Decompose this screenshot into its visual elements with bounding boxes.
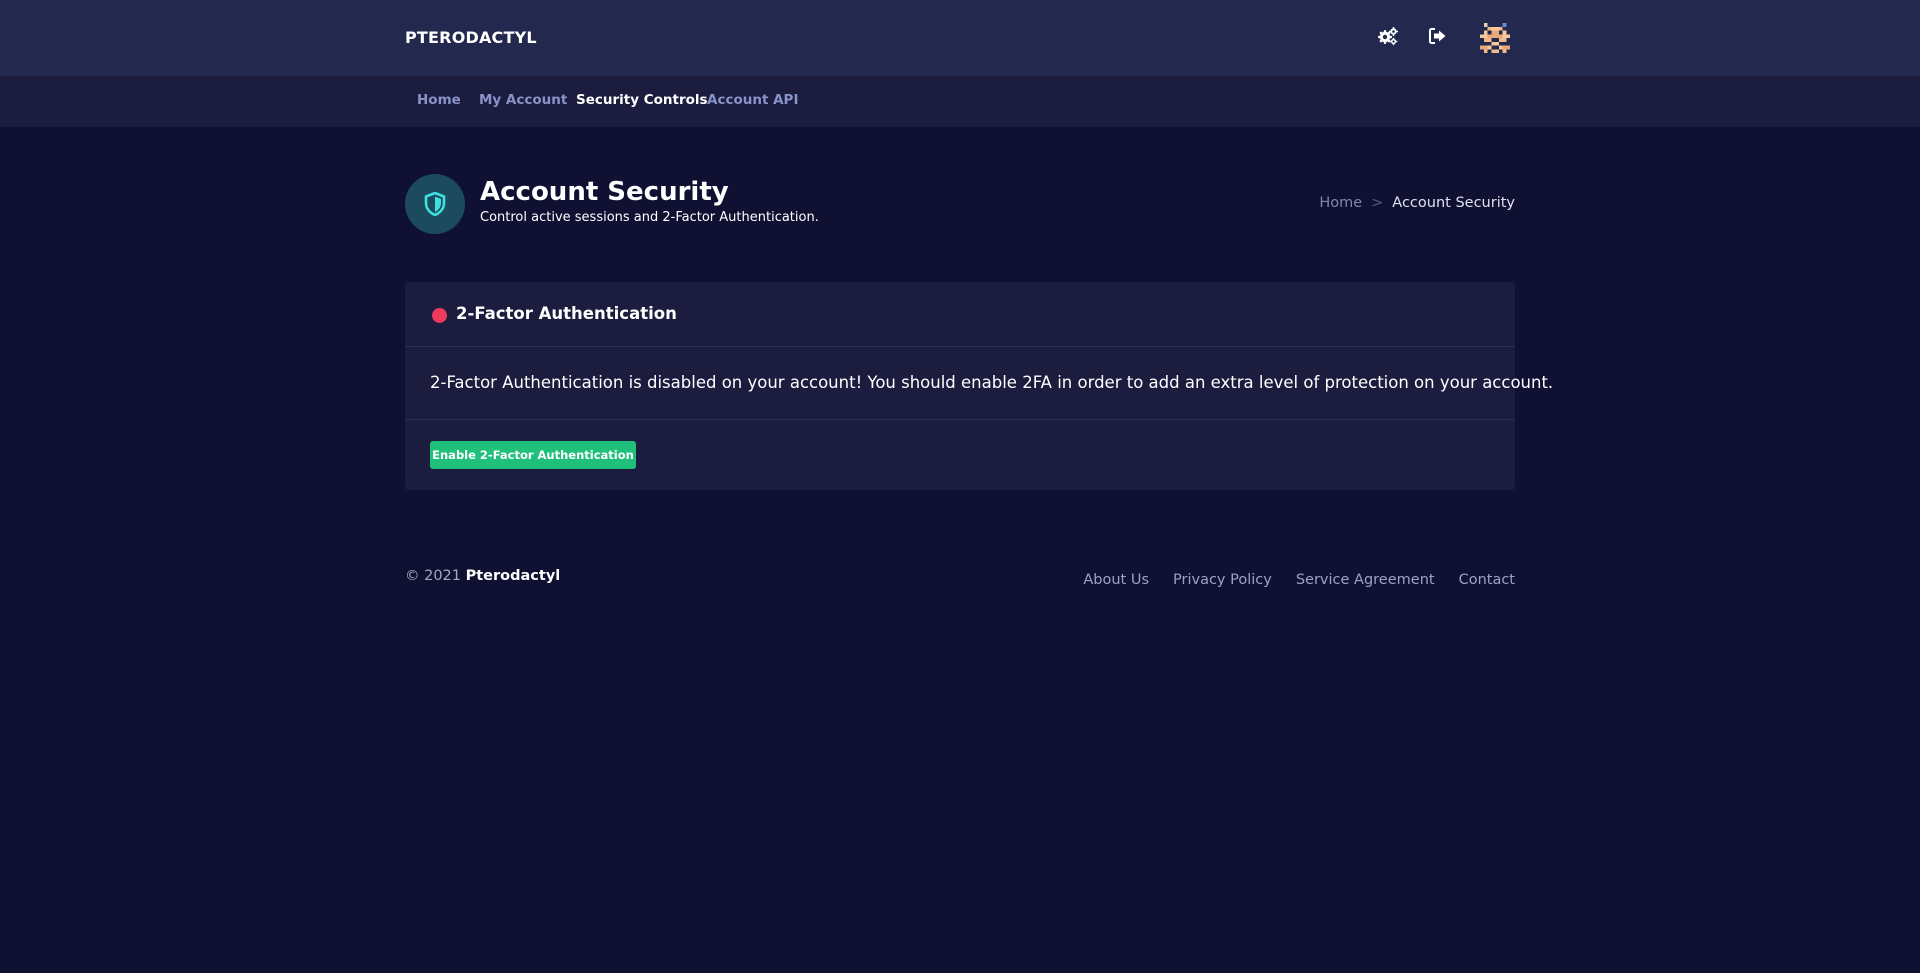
footer-copyright: © 2021 Pterodactyl bbox=[405, 568, 560, 584]
footer-link-about-us[interactable]: About Us bbox=[1083, 572, 1149, 588]
top-navbar: PTERODACTYL bbox=[0, 0, 1920, 76]
two-factor-card-title: 2-Factor Authentication bbox=[456, 304, 677, 323]
two-factor-card-body: 2-Factor Authentication is disabled on y… bbox=[405, 347, 1553, 420]
user-avatar[interactable] bbox=[1479, 23, 1511, 53]
subnav-item-my-account[interactable]: My Account bbox=[479, 92, 567, 108]
subnav-item-account-api[interactable]: Account API bbox=[707, 92, 798, 108]
status-disabled-indicator bbox=[432, 308, 447, 323]
brand-logo-text[interactable]: PTERODACTYL bbox=[405, 28, 537, 47]
footer-link-service-agreement[interactable]: Service Agreement bbox=[1296, 572, 1435, 588]
breadcrumb-home-link[interactable]: Home bbox=[1319, 195, 1362, 211]
two-factor-status-message: 2-Factor Authentication is disabled on y… bbox=[430, 373, 1554, 392]
logout-icon[interactable] bbox=[1426, 24, 1450, 48]
page-title: Account Security bbox=[480, 177, 729, 207]
breadcrumb-separator: > bbox=[1371, 195, 1384, 211]
breadcrumb-current: Account Security bbox=[1392, 195, 1515, 211]
footer-link-privacy-policy[interactable]: Privacy Policy bbox=[1173, 572, 1272, 588]
enable-2fa-button[interactable]: Enable 2-Factor Authentication bbox=[430, 441, 636, 469]
shield-icon bbox=[405, 174, 465, 234]
settings-gears-icon[interactable] bbox=[1376, 24, 1400, 48]
account-subnav: Home My Account Security Controls Accoun… bbox=[0, 76, 1920, 127]
breadcrumb: Home > Account Security bbox=[1319, 195, 1515, 211]
subnav-item-home[interactable]: Home bbox=[417, 92, 461, 108]
footer-brand-link[interactable]: Pterodactyl bbox=[466, 568, 561, 584]
subnav-item-security-controls[interactable]: Security Controls bbox=[576, 92, 708, 108]
footer-link-contact[interactable]: Contact bbox=[1459, 572, 1515, 588]
page-subtitle: Control active sessions and 2-Factor Aut… bbox=[480, 210, 819, 225]
two-factor-card-header: 2-Factor Authentication bbox=[405, 282, 1515, 347]
copyright-year: © 2021 bbox=[405, 568, 462, 584]
two-factor-card: 2-Factor Authentication 2-Factor Authent… bbox=[405, 282, 1553, 490]
footer-links: About Us Privacy Policy Service Agreemen… bbox=[1083, 572, 1515, 588]
